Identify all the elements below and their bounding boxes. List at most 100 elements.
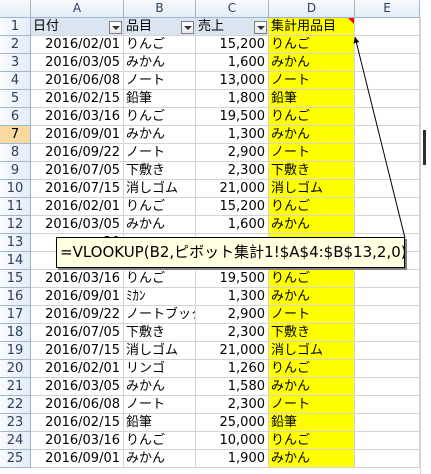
row-header[interactable]: 4	[0, 72, 31, 90]
column-header-e[interactable]: E	[355, 0, 420, 18]
formula-comment-box[interactable]: =VLOOKUP(B2,ピボット集計1!$A$4:$B$13,2,0)	[56, 237, 405, 268]
cell-date[interactable]: 2016/06/08	[31, 396, 124, 414]
row-header[interactable]: 2	[0, 36, 31, 54]
cell-date[interactable]: 2016/03/16	[31, 270, 124, 288]
cell-date[interactable]: 2016/09/01	[31, 126, 124, 144]
scrollbar-thumb[interactable]	[423, 130, 426, 165]
cell-aggregate-item[interactable]: 鉛筆	[269, 90, 355, 108]
header-cell-date[interactable]: 日付	[31, 18, 124, 36]
header-cell-item[interactable]: 品目	[124, 18, 196, 36]
cell-date[interactable]: 2016/03/05	[31, 54, 124, 72]
cell-item[interactable]: ノート	[124, 144, 196, 162]
cell-aggregate-item[interactable]: りんご	[269, 108, 355, 126]
cell-item[interactable]: りんご	[124, 198, 196, 216]
cell-item[interactable]: 消しゴム	[124, 342, 196, 360]
row-header[interactable]: 3	[0, 54, 31, 72]
cell-item[interactable]: りんご	[124, 108, 196, 126]
cell-aggregate-item[interactable]: みかん	[269, 126, 355, 144]
cell-item[interactable]: りんご	[124, 432, 196, 450]
row-header[interactable]: 7	[0, 126, 31, 144]
row-header[interactable]: 14	[0, 252, 31, 270]
cell-aggregate-item[interactable]: ノート	[269, 306, 355, 324]
row-header[interactable]: 1	[0, 18, 31, 36]
header-cell-sales[interactable]: 売上	[196, 18, 269, 36]
row-header[interactable]: 16	[0, 288, 31, 306]
column-header-a[interactable]: A	[31, 0, 124, 18]
column-header-d[interactable]: D	[269, 0, 355, 18]
column-header-b[interactable]: B	[124, 0, 196, 18]
cell-aggregate-item[interactable]: りんご	[269, 270, 355, 288]
cell-date[interactable]: 2016/09/22	[31, 306, 124, 324]
row-header[interactable]: 11	[0, 198, 31, 216]
cell-aggregate-item[interactable]: りんご	[269, 432, 355, 450]
grid-cell[interactable]	[355, 162, 420, 180]
cell-sales[interactable]: 2,300	[196, 396, 269, 414]
cell-item[interactable]: 鉛筆	[124, 90, 196, 108]
row-header[interactable]: 25	[0, 450, 31, 468]
header-cell-aggregate-item[interactable]: 集計用品目	[269, 18, 355, 36]
cell-item[interactable]: ノート	[124, 72, 196, 90]
cell-date[interactable]: 2016/03/16	[31, 432, 124, 450]
grid-cell[interactable]	[355, 306, 420, 324]
cell-date[interactable]: 2016/02/15	[31, 90, 124, 108]
cell-sales[interactable]: 2,900	[196, 306, 269, 324]
grid-cell[interactable]	[355, 288, 420, 306]
grid-cell[interactable]	[355, 324, 420, 342]
cell-item[interactable]: ノート	[124, 396, 196, 414]
cell-date[interactable]: 2016/07/05	[31, 162, 124, 180]
cell-sales[interactable]: 10,000	[196, 432, 269, 450]
cell-aggregate-item[interactable]: みかん	[269, 54, 355, 72]
cell-item[interactable]: みかん	[124, 216, 196, 234]
cell-date[interactable]: 2016/07/05	[31, 324, 124, 342]
grid-cell[interactable]	[355, 108, 420, 126]
grid-cell[interactable]	[355, 54, 420, 72]
spreadsheet-grid[interactable]: A B C D E 1 日付 品目 売上 集計用品目 2 2016/02/01 りん…	[0, 0, 431, 474]
cell-date[interactable]: 2016/07/15	[31, 342, 124, 360]
row-header[interactable]: 9	[0, 162, 31, 180]
cell-sales[interactable]: 1,900	[196, 450, 269, 468]
cell-item[interactable]: ﾐｶﾝ	[124, 288, 196, 306]
row-header[interactable]: 18	[0, 324, 31, 342]
cell-sales[interactable]: 21,000	[196, 342, 269, 360]
grid-cell[interactable]	[355, 396, 420, 414]
select-all-corner[interactable]	[0, 0, 31, 18]
row-header[interactable]: 13	[0, 234, 31, 252]
cell-aggregate-item[interactable]: りんご	[269, 198, 355, 216]
cell-item[interactable]: みかん	[124, 126, 196, 144]
cell-date[interactable]: 2016/02/15	[31, 414, 124, 432]
cell-sales[interactable]: 2,300	[196, 162, 269, 180]
cell-sales[interactable]: 1,600	[196, 216, 269, 234]
grid-cell[interactable]	[355, 90, 420, 108]
cell-sales[interactable]: 13,000	[196, 72, 269, 90]
row-header[interactable]: 20	[0, 360, 31, 378]
grid-cell[interactable]	[355, 270, 420, 288]
cell-aggregate-item[interactable]: 下敷き	[269, 162, 355, 180]
cell-item[interactable]: 鉛筆	[124, 414, 196, 432]
cell-item[interactable]: りんご	[124, 36, 196, 54]
grid-cell[interactable]	[355, 432, 420, 450]
cell-aggregate-item[interactable]: みかん	[269, 288, 355, 306]
cell-sales[interactable]: 1,300	[196, 288, 269, 306]
row-header[interactable]: 15	[0, 270, 31, 288]
row-header[interactable]: 22	[0, 396, 31, 414]
cell-aggregate-item[interactable]: みかん	[269, 216, 355, 234]
cell-date[interactable]: 2016/02/01	[31, 198, 124, 216]
cell-date[interactable]: 2016/02/01	[31, 36, 124, 54]
grid-cell[interactable]	[355, 18, 420, 36]
cell-sales[interactable]: 21,000	[196, 180, 269, 198]
row-header[interactable]: 8	[0, 144, 31, 162]
cell-sales[interactable]: 1,800	[196, 90, 269, 108]
grid-cell[interactable]	[355, 378, 420, 396]
grid-cell[interactable]	[355, 360, 420, 378]
cell-aggregate-item[interactable]: みかん	[269, 378, 355, 396]
cell-aggregate-item[interactable]: ノート	[269, 396, 355, 414]
cell-aggregate-item[interactable]: 消しゴム	[269, 180, 355, 198]
cell-item[interactable]: りんご	[124, 270, 196, 288]
cell-aggregate-item[interactable]: ノート	[269, 72, 355, 90]
row-header[interactable]: 17	[0, 306, 31, 324]
grid-cell[interactable]	[355, 198, 420, 216]
row-header[interactable]: 21	[0, 378, 31, 396]
grid-cell[interactable]	[355, 216, 420, 234]
column-header-c[interactable]: C	[196, 0, 269, 18]
grid-cell[interactable]	[355, 414, 420, 432]
